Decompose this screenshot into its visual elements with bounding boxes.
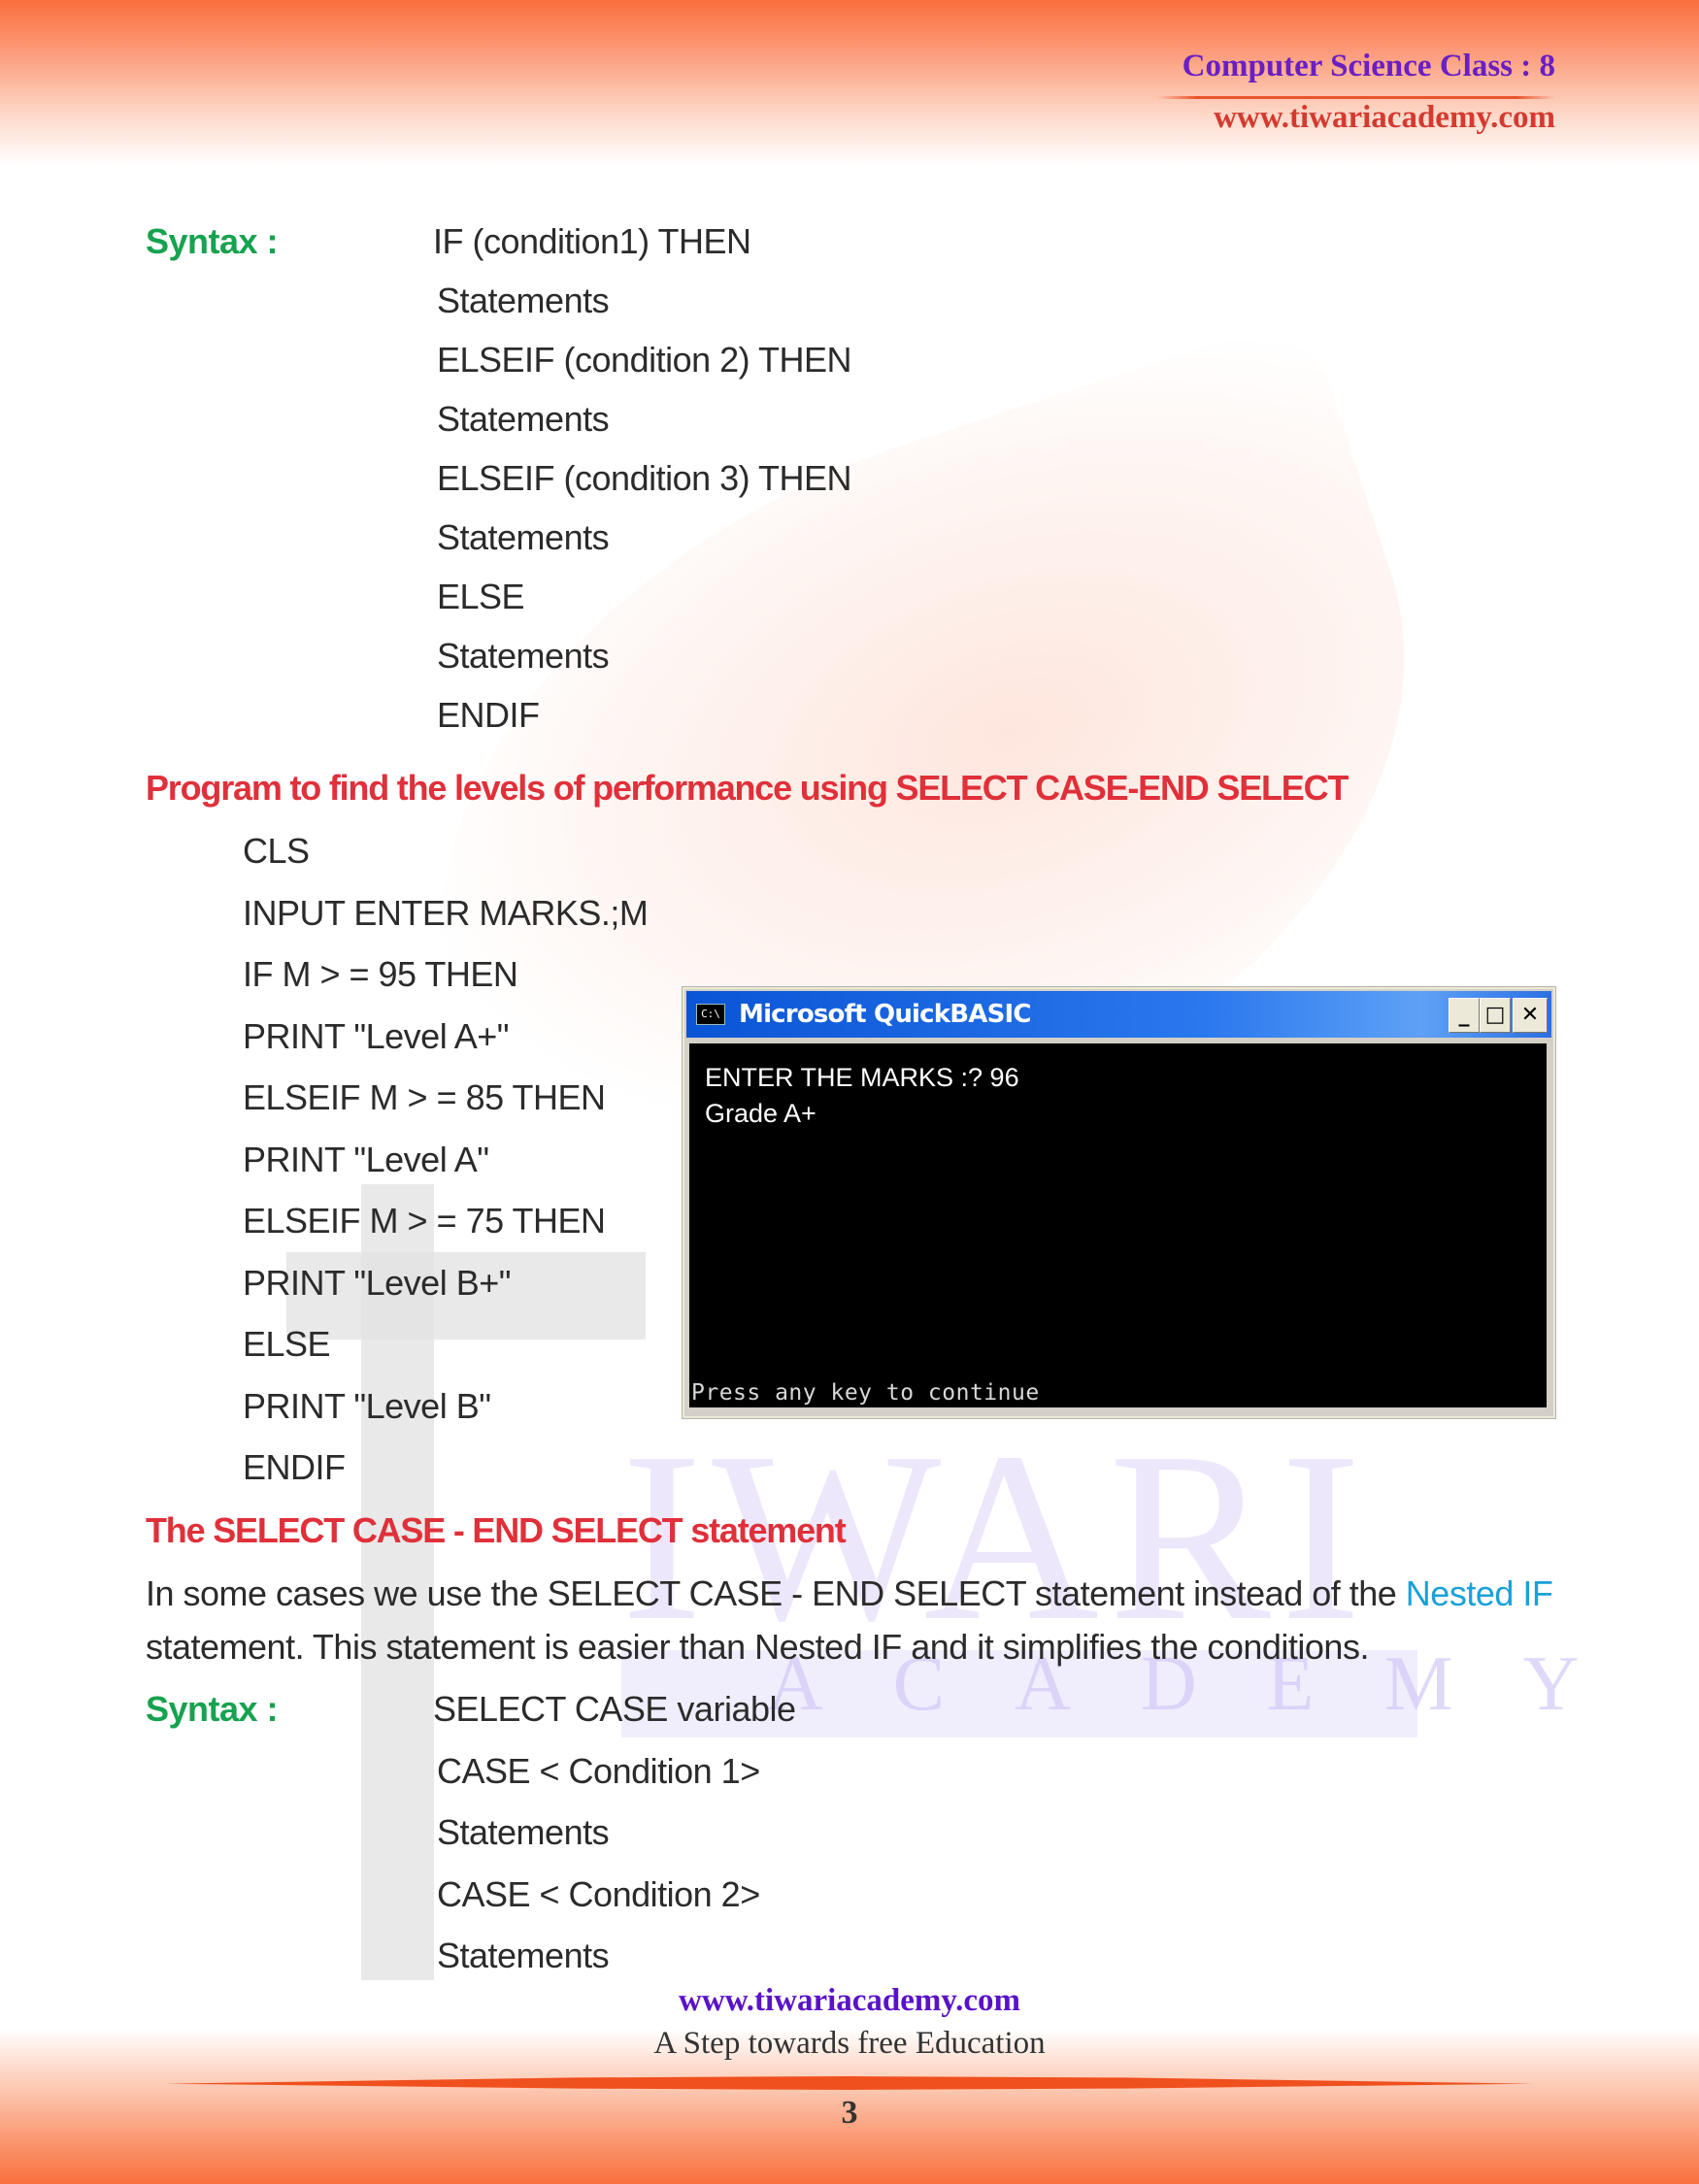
program-line: CLS <box>243 831 310 871</box>
footer-tagline: A Step towards free Education <box>653 2026 1046 2061</box>
close-button[interactable]: ✕ <box>1513 998 1548 1033</box>
header-title: Computer Science Class : 8 <box>1182 49 1555 83</box>
syntax-label: Syntax : <box>146 1689 279 1729</box>
syntax-line: IF (condition1) THEN <box>433 221 751 261</box>
program-line: ELSE <box>243 1324 331 1364</box>
maximize-button[interactable]: □ <box>1480 998 1511 1033</box>
syntax-label: Syntax : <box>146 221 279 261</box>
window-titlebar[interactable]: C:\ Microsoft QuickBASIC _ □ ✕ <box>686 991 1551 1038</box>
header-url-link[interactable]: www.tiwariacademy.com <box>1214 100 1555 136</box>
syntax-line: ENDIF <box>437 695 540 735</box>
nested-if-link[interactable]: Nested IF <box>1406 1573 1553 1613</box>
console-output-line: ENTER THE MARKS :? 96 <box>705 1063 1019 1092</box>
syntax-line: Statements <box>437 281 610 320</box>
syntax-line: ELSEIF (condition 3) THEN <box>437 458 852 498</box>
footer-url-link[interactable]: www.tiwariacademy.com <box>0 1983 1699 2019</box>
program-line: PRINT "Level A+" <box>243 1016 510 1056</box>
syntax-line: Statements <box>437 517 610 557</box>
section-heading: The SELECT CASE - END SELECT statement <box>146 1510 847 1550</box>
syntax-line: Statements <box>437 1812 610 1852</box>
header-divider <box>1157 96 1555 99</box>
program-line: INPUT ENTER MARKS.;M <box>243 893 649 933</box>
program-line: PRINT "Level B" <box>243 1386 491 1426</box>
window-title: Microsoft QuickBASIC <box>739 1000 1031 1029</box>
syntax-line: Statements <box>437 399 610 439</box>
syntax-line: Statements <box>437 636 610 676</box>
quickbasic-window: C:\ Microsoft QuickBASIC _ □ ✕ ENTER THE… <box>683 987 1555 1418</box>
syntax-line: ELSEIF (condition 2) THEN <box>437 340 852 380</box>
program-line: IF M > = 95 THEN <box>243 954 518 994</box>
console-output-area[interactable]: ENTER THE MARKS :? 96 Grade A+ Press any… <box>689 1043 1547 1407</box>
program-line: ELSEIF M > = 75 THEN <box>243 1201 606 1241</box>
page-number: 3 <box>841 2095 858 2131</box>
syntax-line: CASE < Condition 2> <box>437 1874 760 1914</box>
program-line: ELSEIF M > = 85 THEN <box>243 1077 606 1117</box>
syntax-line: ELSE <box>437 577 525 616</box>
console-prompt: Press any key to continue <box>691 1380 1040 1406</box>
program-line: ENDIF <box>243 1447 346 1487</box>
program-heading: Program to find the levels of performanc… <box>146 768 1349 808</box>
console-output-line: Grade A+ <box>705 1099 816 1128</box>
syntax-line: CASE < Condition 1> <box>437 1751 760 1791</box>
minimize-button[interactable]: _ <box>1449 998 1480 1033</box>
program-line: PRINT "Level B+" <box>243 1263 512 1303</box>
console-icon: C:\ <box>696 1004 725 1025</box>
syntax-line: SELECT CASE variable <box>433 1689 796 1729</box>
paragraph-line: statement. This statement is easier than… <box>146 1627 1369 1667</box>
syntax-line: Statements <box>437 1936 610 1975</box>
paragraph-line: In some cases we use the SELECT CASE - E… <box>146 1573 1553 1614</box>
paragraph-text: In some cases we use the SELECT CASE - E… <box>146 1573 1406 1613</box>
program-line: PRINT "Level A" <box>243 1140 489 1179</box>
